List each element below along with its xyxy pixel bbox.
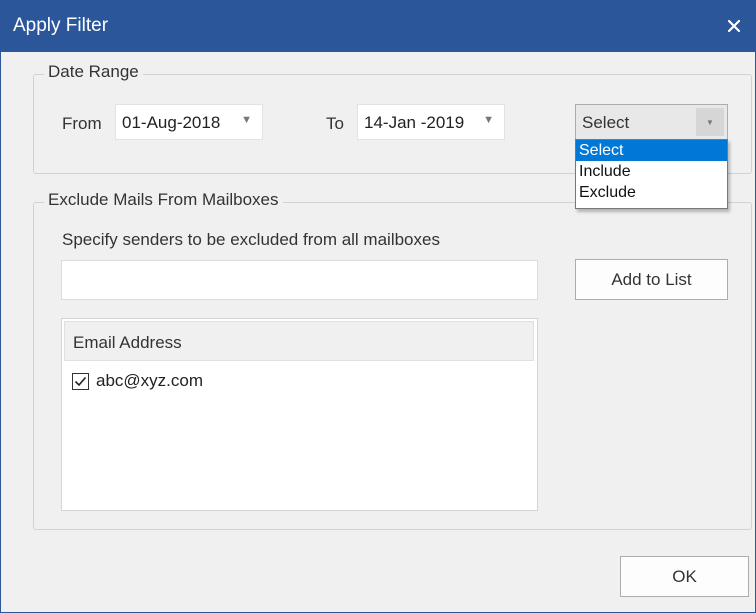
list-item[interactable]: abc@xyz.com [72,369,203,393]
to-date-value: 14-Jan -2019 [364,113,465,132]
chevron-down-icon[interactable]: ▼ [241,114,252,126]
filter-mode-dropdown: Select Include Exclude [575,139,728,209]
to-date-picker[interactable]: 14-Jan -2019 ▼ [357,104,505,140]
chevron-down-icon[interactable]: ▼ [483,114,494,126]
ok-button[interactable]: OK [620,556,749,597]
dialog-title: Apply Filter [13,15,109,36]
from-label: From [62,114,102,133]
from-date-value: 01-Aug-2018 [122,113,221,132]
filter-mode-select[interactable]: Select ▼ [575,104,728,140]
sender-input[interactable] [61,260,538,300]
email-list: Email Address abc@xyz.com [61,318,538,511]
add-to-list-button[interactable]: Add to List [575,259,728,300]
title-bar: Apply Filter [1,0,756,52]
close-icon [727,19,741,33]
dropdown-arrow-icon[interactable]: ▼ [696,108,724,136]
row-email: abc@xyz.com [96,371,204,390]
row-checkbox[interactable] [72,372,89,390]
date-range-legend: Date Range [44,62,143,82]
option-include[interactable]: Include [576,161,727,182]
checkmark-icon [74,376,87,386]
email-column-header[interactable]: Email Address [64,321,534,361]
from-date-picker[interactable]: 01-Aug-2018 ▼ [115,104,263,140]
exclude-instruction: Specify senders to be excluded from all … [62,230,440,249]
exclude-mails-legend: Exclude Mails From Mailboxes [44,190,283,210]
to-label: To [326,114,344,133]
apply-filter-dialog: Apply Filter Date Range From 01-Aug-2018… [0,0,756,613]
filter-mode-value: Select [582,113,630,132]
option-exclude[interactable]: Exclude [576,182,727,203]
option-select[interactable]: Select [576,140,727,161]
close-button[interactable] [711,0,756,52]
email-column-header-label: Email Address [73,333,182,352]
